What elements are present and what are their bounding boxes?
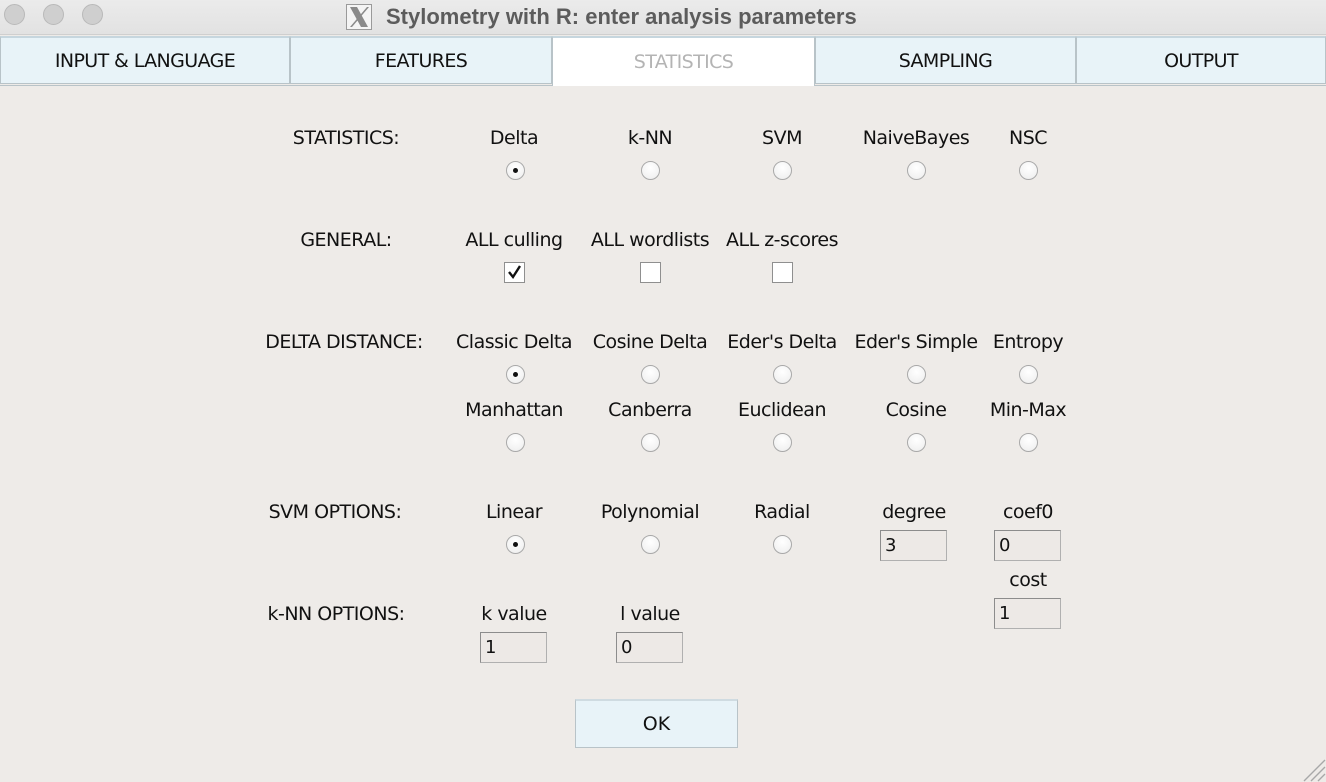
checkbox-all-culling[interactable]	[504, 262, 525, 283]
general-label: GENERAL:	[300, 229, 392, 251]
knn-options-label: k-NN OPTIONS:	[267, 603, 405, 625]
radio-label-min-max: Min-Max	[989, 399, 1067, 421]
delta-distance-label: DELTA DISTANCE:	[265, 331, 423, 353]
radio-label-manhattan: Manhattan	[465, 399, 563, 421]
checkbox-label-all-culling: ALL culling	[465, 229, 563, 251]
k-value-field[interactable]	[480, 632, 547, 663]
radio-label-cosine: Cosine	[885, 399, 947, 421]
radio-svm[interactable]	[773, 161, 792, 180]
radio-label-naivebayes: NaiveBayes	[862, 127, 970, 149]
checkbox-label-all-zscores: ALL z-scores	[726, 229, 839, 251]
svm-options-label: SVM OPTIONS:	[268, 501, 402, 523]
checkbox-all-zscores[interactable]	[772, 262, 793, 283]
radio-euclidean[interactable]	[773, 433, 792, 452]
tab-sampling[interactable]: SAMPLING	[815, 36, 1076, 84]
tab-divider	[0, 85, 552, 86]
radio-label-svm: SVM	[762, 127, 802, 149]
minimize-window-button[interactable]	[43, 4, 64, 25]
checkbox-all-wordlists[interactable]	[640, 262, 661, 283]
radio-cosine[interactable]	[907, 433, 926, 452]
radio-cosine-delta[interactable]	[641, 365, 660, 384]
radio-knn[interactable]	[641, 161, 660, 180]
tab-features[interactable]: FEATURES	[290, 36, 552, 84]
l-value-label: l value	[620, 603, 680, 625]
window-title: Stylometry with R: enter analysis parame…	[386, 4, 857, 29]
radio-canberra[interactable]	[641, 433, 660, 452]
radio-entropy[interactable]	[1019, 365, 1038, 384]
checkbox-label-all-wordlists: ALL wordlists	[590, 229, 710, 251]
resize-grip-icon[interactable]	[1298, 754, 1326, 782]
radio-classic-delta[interactable]	[506, 365, 525, 384]
ok-button[interactable]: OK	[575, 699, 738, 748]
radio-label-entropy: Entropy	[992, 331, 1064, 353]
tab-statistics[interactable]: STATISTICS	[552, 36, 815, 86]
coef0-label: coef0	[1002, 501, 1054, 523]
radio-naivebayes[interactable]	[907, 161, 926, 180]
radio-label-classic-delta: Classic Delta	[456, 331, 572, 353]
radio-label-linear: Linear	[485, 501, 543, 523]
radio-label-knn: k-NN	[627, 127, 673, 149]
radio-label-eders-simple: Eder's Simple	[854, 331, 978, 353]
tab-divider	[815, 85, 1326, 86]
degree-field[interactable]	[880, 530, 947, 561]
radio-nsc[interactable]	[1019, 161, 1038, 180]
radio-radial[interactable]	[773, 535, 792, 554]
radio-label-cosine-delta: Cosine Delta	[592, 331, 708, 353]
close-window-button[interactable]	[4, 4, 25, 25]
degree-label: degree	[882, 501, 946, 523]
x11-icon	[346, 4, 372, 30]
l-value-field[interactable]	[616, 632, 683, 663]
radio-linear[interactable]	[506, 535, 525, 554]
radio-label-canberra: Canberra	[608, 399, 692, 421]
cost-label: cost	[1009, 569, 1047, 591]
coef0-field[interactable]	[994, 530, 1061, 561]
tab-input-language[interactable]: INPUT & LANGUAGE	[0, 36, 290, 84]
radio-label-euclidean: Euclidean	[738, 399, 827, 421]
title-bar: Stylometry with R: enter analysis parame…	[0, 0, 1326, 35]
cost-field[interactable]	[994, 598, 1061, 629]
radio-label-polynomial: Polynomial	[600, 501, 700, 523]
zoom-window-button[interactable]	[82, 4, 103, 25]
k-value-label: k value	[481, 603, 547, 625]
radio-label-nsc: NSC	[1008, 127, 1048, 149]
radio-delta[interactable]	[506, 161, 525, 180]
tab-bar: INPUT & LANGUAGE FEATURES STATISTICS SAM…	[0, 36, 1326, 86]
tab-output[interactable]: OUTPUT	[1076, 36, 1326, 84]
checkmark-icon	[508, 265, 522, 280]
radio-eders-delta[interactable]	[773, 365, 792, 384]
statistics-label: STATISTICS:	[292, 127, 400, 149]
radio-polynomial[interactable]	[641, 535, 660, 554]
radio-label-eders-delta: Eder's Delta	[727, 331, 837, 353]
radio-min-max[interactable]	[1019, 433, 1038, 452]
radio-label-radial: Radial	[754, 501, 810, 523]
radio-label-delta: Delta	[489, 127, 539, 149]
radio-manhattan[interactable]	[506, 433, 525, 452]
radio-eders-simple[interactable]	[907, 365, 926, 384]
